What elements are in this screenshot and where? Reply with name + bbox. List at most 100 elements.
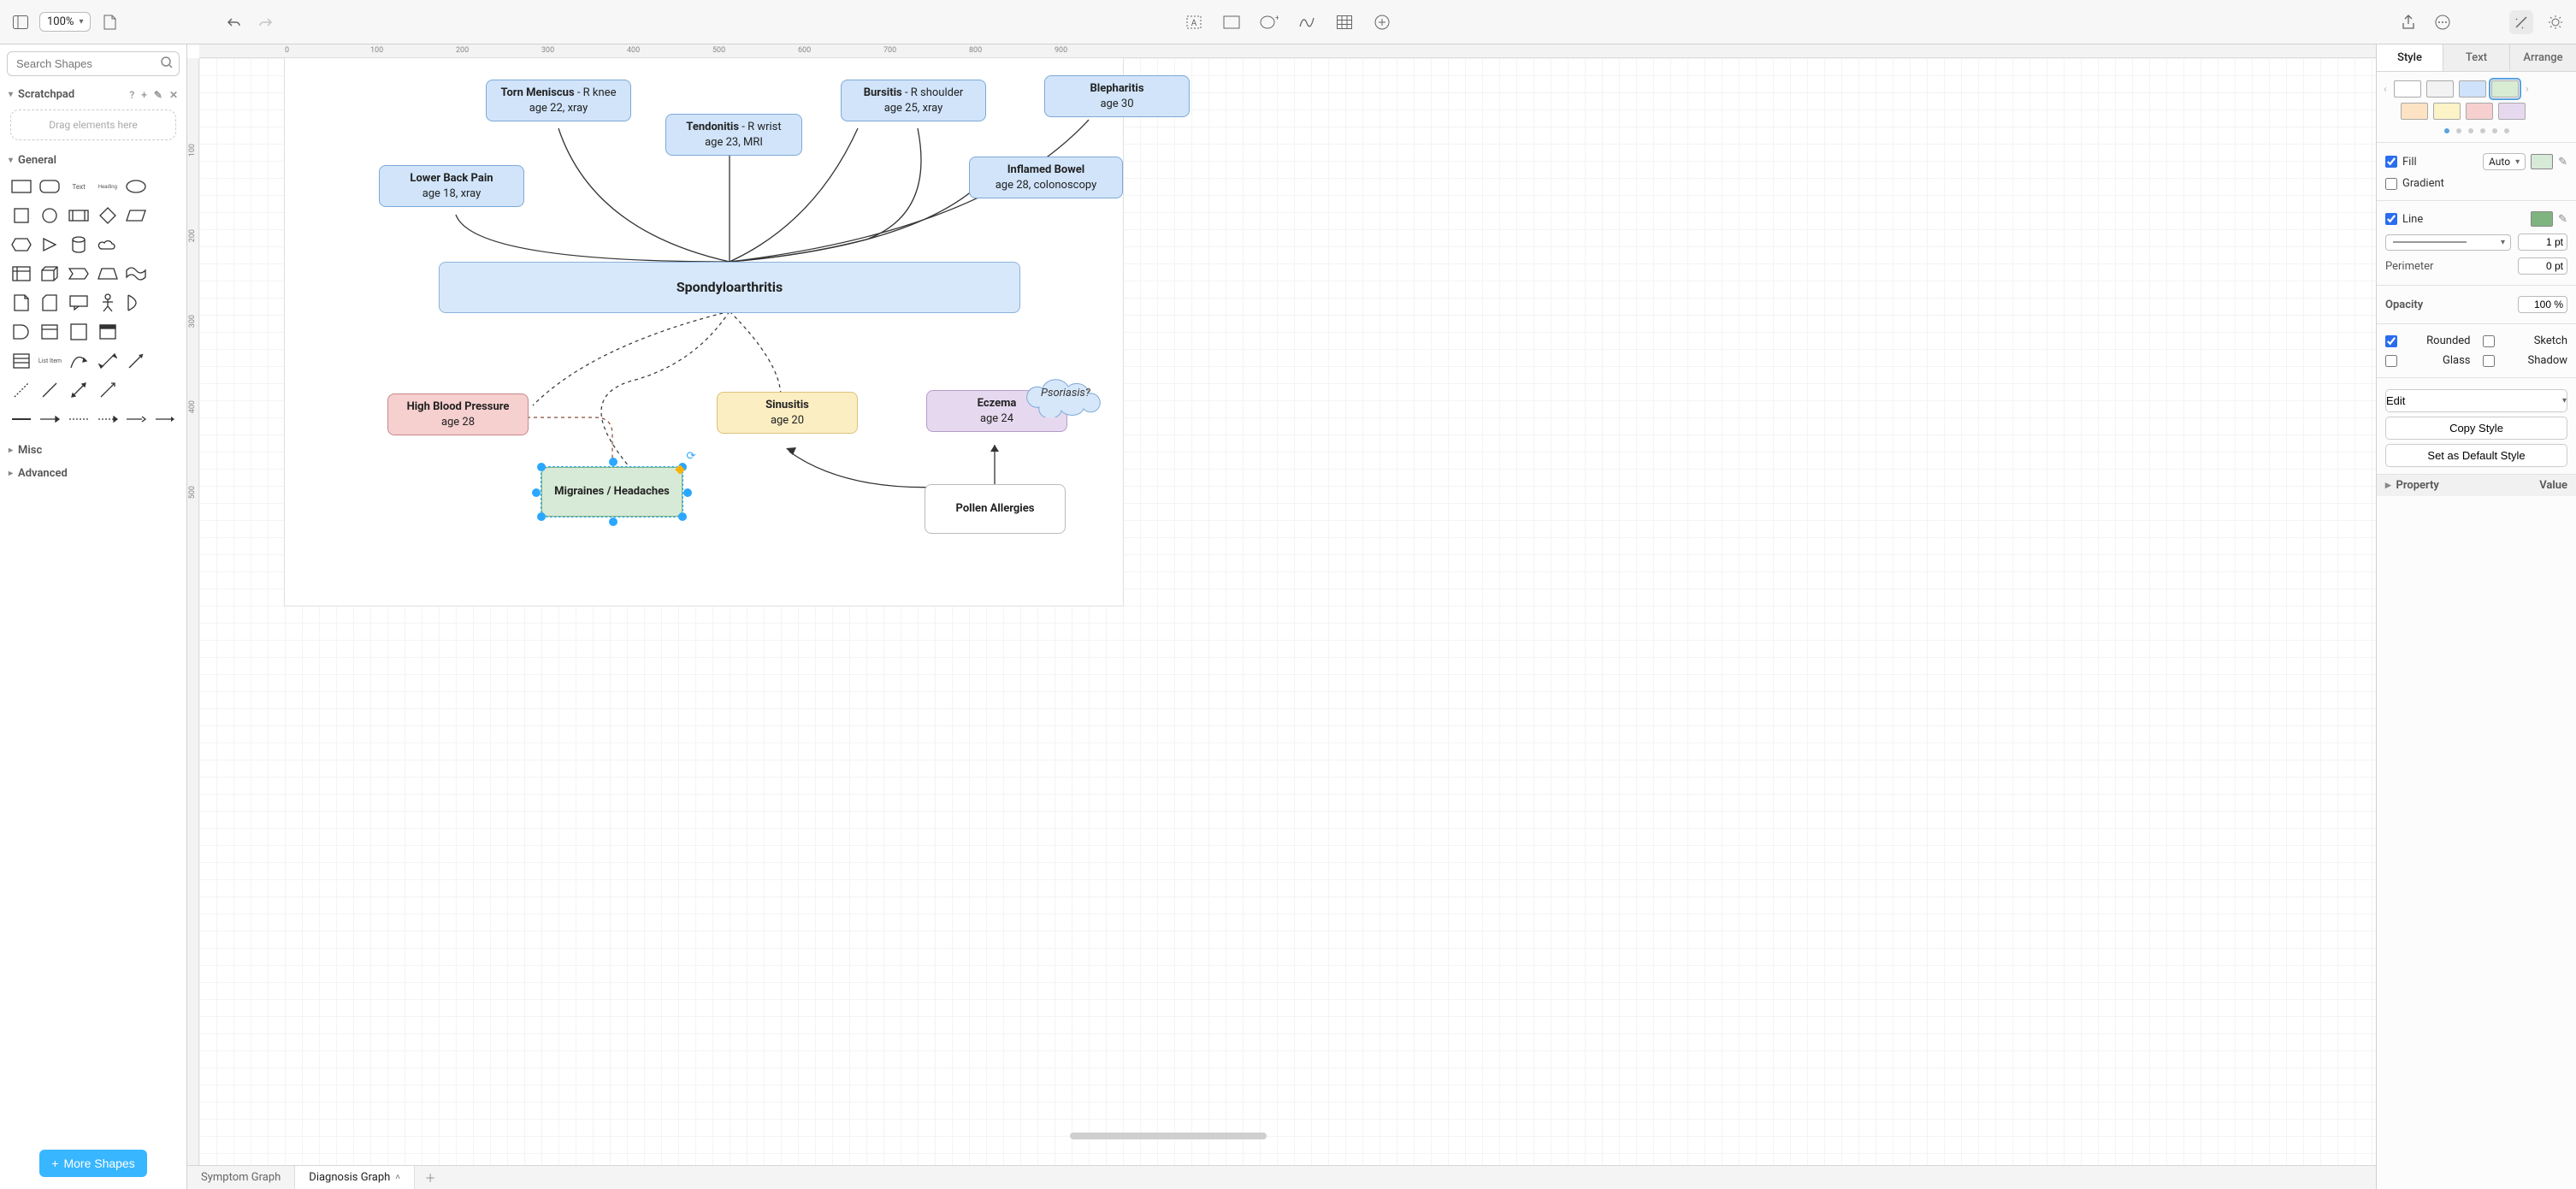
shape-rect[interactable]	[9, 175, 34, 198]
fill-mode-select[interactable]: Auto▾	[2483, 153, 2526, 170]
new-page-icon[interactable]	[97, 10, 121, 34]
shape-link3[interactable]	[66, 408, 92, 430]
more-shapes-button[interactable]: + More Shapes	[39, 1150, 146, 1177]
swatch[interactable]	[2433, 103, 2461, 120]
add-page-button[interactable]: ＋	[415, 1166, 446, 1189]
node-tendonitis[interactable]: Tendonitis - R wrist age 23, MRI	[665, 114, 802, 156]
shape-roundrect[interactable]	[38, 175, 63, 198]
shape-diamond[interactable]	[95, 204, 121, 227]
shape-biarrow[interactable]	[95, 350, 121, 372]
shape-ellipse[interactable]	[124, 175, 150, 198]
help-icon[interactable]: ?	[129, 89, 134, 101]
shape-curve[interactable]	[66, 350, 92, 372]
shape-link2[interactable]	[38, 408, 63, 430]
sidebar-toggle-icon[interactable]	[9, 10, 32, 34]
advanced-header[interactable]: ▸ Advanced	[0, 462, 186, 485]
shape-listitem[interactable]: List Item	[38, 350, 63, 372]
general-header[interactable]: ▾ General	[0, 149, 186, 172]
rounded-checkbox[interactable]: Rounded	[2385, 331, 2471, 351]
node-pollen-allergies[interactable]: Pollen Allergies	[925, 484, 1066, 534]
shape-cloud[interactable]	[95, 234, 121, 256]
shape-openarrow[interactable]	[95, 379, 121, 401]
set-default-style-button[interactable]: Set as Default Style	[2385, 444, 2567, 467]
shape-container[interactable]	[66, 321, 92, 343]
more-icon[interactable]	[2431, 10, 2455, 34]
share-icon[interactable]	[2396, 10, 2420, 34]
swatch[interactable]	[2498, 103, 2526, 120]
glass-checkbox[interactable]: Glass	[2385, 351, 2471, 370]
shape-internal[interactable]	[9, 263, 34, 285]
shape-circle[interactable]	[38, 204, 63, 227]
pencil-icon[interactable]: ✎	[2558, 156, 2567, 169]
gradient-checkbox[interactable]: Gradient	[2385, 177, 2444, 190]
misc-header[interactable]: ▸ Misc	[0, 439, 186, 462]
shape-trapezoid[interactable]	[95, 263, 121, 285]
shape-bidir[interactable]	[66, 379, 92, 401]
swatch[interactable]	[2426, 80, 2454, 98]
shape-callout[interactable]	[66, 292, 92, 314]
shape-list[interactable]	[9, 350, 34, 372]
shape-link1[interactable]	[9, 408, 34, 430]
shape-card[interactable]	[38, 292, 63, 314]
node-torn-meniscus[interactable]: Torn Meniscus - R knee age 22, xray	[486, 80, 631, 121]
horizontal-scrollbar[interactable]	[1070, 1133, 1267, 1139]
pencil-icon[interactable]: ✎	[2558, 213, 2567, 226]
node-sinusitis[interactable]: Sinusitis age 20	[717, 392, 858, 434]
insert-icon[interactable]	[1370, 10, 1394, 34]
scratchpad-dropzone[interactable]: Drag elements here	[10, 109, 176, 140]
node-blepharitis[interactable]: Blepharitis age 30	[1044, 75, 1190, 117]
shape-tape[interactable]	[124, 263, 150, 285]
shape-link5[interactable]	[124, 408, 150, 430]
swatch[interactable]	[2401, 103, 2428, 120]
scratchpad-header[interactable]: ▾ Scratchpad ? + ✎ ✕	[0, 83, 186, 106]
add-icon[interactable]: +	[141, 89, 147, 101]
shape-and[interactable]	[9, 321, 34, 343]
sketch-checkbox[interactable]: Sketch	[2483, 331, 2568, 351]
tab-symptom-graph[interactable]: Symptom Graph	[187, 1166, 295, 1189]
shape-cube[interactable]	[38, 263, 63, 285]
edit-style-button[interactable]: Edit▾	[2385, 389, 2567, 412]
tab-text[interactable]: Text	[2443, 44, 2509, 71]
line-checkbox[interactable]: Line	[2385, 213, 2423, 226]
perimeter-input[interactable]	[2518, 257, 2567, 275]
freehand-icon[interactable]	[1295, 10, 1319, 34]
ellipse-plus-icon[interactable]: +	[1257, 10, 1281, 34]
shape-step[interactable]	[66, 263, 92, 285]
theme-icon[interactable]	[2544, 10, 2567, 34]
swatch[interactable]	[2394, 80, 2421, 98]
canvas[interactable]: Lower Back Pain age 18, xray Torn Menisc…	[199, 58, 2376, 1165]
shape-square[interactable]	[9, 204, 34, 227]
property-header[interactable]: ▸ Property Value	[2377, 474, 2576, 496]
node-spondyloarthritis[interactable]: Spondyloarthritis	[439, 262, 1020, 313]
node-migraines[interactable]: Migraines / Headaches ⟳	[541, 467, 682, 517]
tab-arrange[interactable]: Arrange	[2509, 44, 2576, 71]
shape-datastore[interactable]	[38, 321, 63, 343]
shape-link4[interactable]	[95, 408, 121, 430]
swatch[interactable]	[2459, 80, 2486, 98]
text-frame-icon[interactable]: A	[1182, 10, 1206, 34]
line-color-chip[interactable]	[2531, 211, 2553, 227]
shape-link6[interactable]	[152, 408, 178, 430]
shape-triangle[interactable]	[38, 234, 63, 256]
shape-parallelogram[interactable]	[124, 204, 150, 227]
swatch[interactable]	[2491, 80, 2519, 98]
redo-icon[interactable]	[253, 10, 277, 34]
search-input[interactable]	[7, 51, 180, 76]
node-bursitis[interactable]: Bursitis - R shoulder age 25, xray	[841, 80, 986, 121]
zoom-select[interactable]: 100% ▾	[39, 12, 91, 32]
shape-actor[interactable]	[95, 292, 121, 314]
undo-icon[interactable]	[222, 10, 246, 34]
swatch-next-icon[interactable]: ›	[2524, 83, 2531, 96]
copy-style-button[interactable]: Copy Style	[2385, 417, 2567, 440]
node-lower-back-pain[interactable]: Lower Back Pain age 18, xray	[379, 165, 524, 207]
shape-text[interactable]: Text	[66, 175, 92, 198]
shape-cylinder[interactable]	[66, 234, 92, 256]
swatch[interactable]	[2466, 103, 2493, 120]
magic-icon[interactable]	[2509, 10, 2533, 34]
line-width-input[interactable]	[2518, 234, 2567, 251]
shape-line[interactable]	[38, 379, 63, 401]
shape-process[interactable]	[66, 204, 92, 227]
shape-or[interactable]	[124, 292, 150, 314]
swatch-prev-icon[interactable]: ‹	[2382, 83, 2389, 96]
shape-heading[interactable]: Heading	[95, 175, 121, 198]
